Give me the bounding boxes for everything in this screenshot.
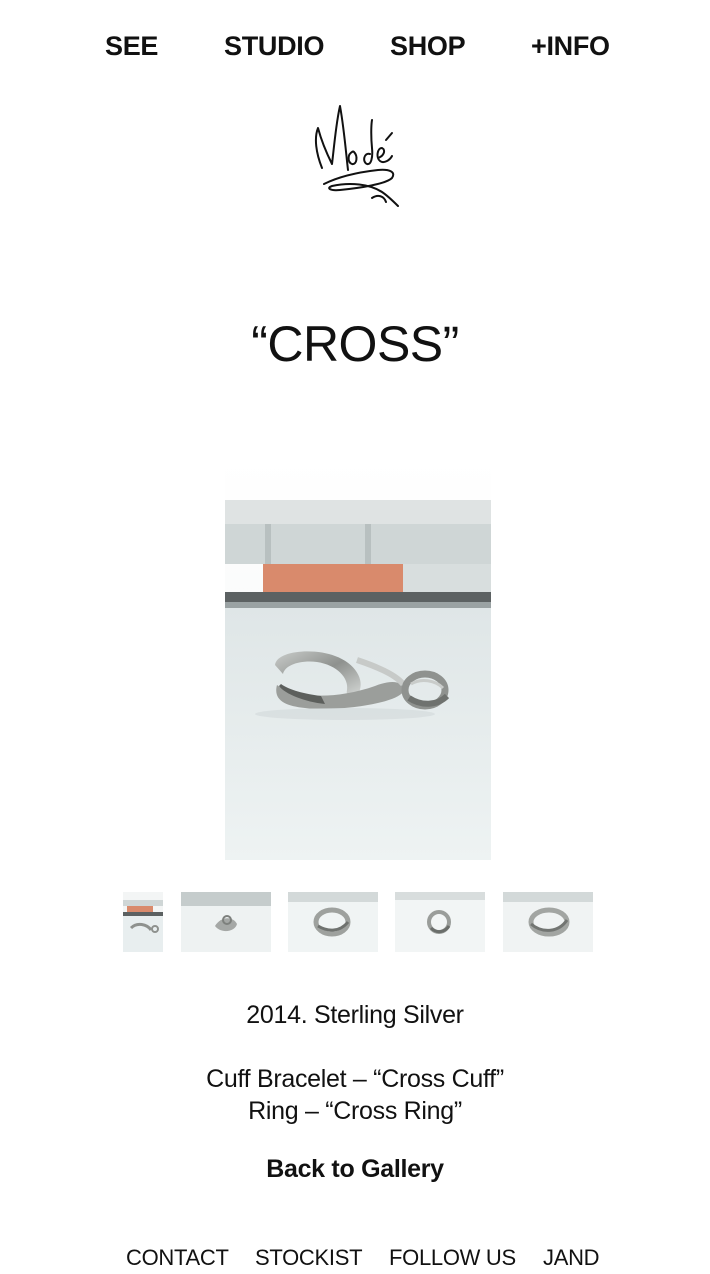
- product-year-material: 2014. Sterling Silver: [246, 1001, 464, 1029]
- thumbnail-1[interactable]: [123, 892, 163, 952]
- nav-see-link[interactable]: SEE: [105, 28, 158, 64]
- brand-logo[interactable]: [300, 98, 410, 214]
- product-title: “CROSS”: [251, 316, 459, 372]
- thumbnail-image: [503, 892, 593, 952]
- nav-studio-link[interactable]: STUDIO: [224, 28, 325, 64]
- nav-shop-link[interactable]: SHOP: [390, 28, 466, 64]
- product-item-ring: Ring – “Cross Ring”: [248, 1097, 462, 1125]
- thumbnail-image: [181, 892, 271, 952]
- footer-follow-us-link[interactable]: FOLLOW US: [389, 1243, 516, 1273]
- thumbnail-5[interactable]: [503, 892, 593, 952]
- back-to-gallery-link[interactable]: Back to Gallery: [0, 1152, 710, 1186]
- thumbnail-image: [123, 892, 163, 952]
- footer-contact-link[interactable]: CONTACT: [126, 1243, 229, 1273]
- product-item-cuff: Cuff Bracelet – “Cross Cuff”: [206, 1065, 504, 1093]
- thumbnail-2[interactable]: [181, 892, 271, 952]
- thumbnail-4[interactable]: [395, 892, 485, 952]
- nav-info-link[interactable]: +INFO: [531, 28, 610, 64]
- footer-stockist-link[interactable]: STOCKIST: [255, 1243, 363, 1273]
- thumbnail-3[interactable]: [288, 892, 378, 952]
- top-navigation: SEE STUDIO SHOP +INFO: [0, 28, 710, 68]
- thumbnail-image: [288, 892, 378, 952]
- thumbnail-image: [395, 892, 485, 952]
- cross-jewelry-photo: [225, 460, 491, 860]
- footer-jand-link[interactable]: JAND: [543, 1243, 600, 1273]
- product-main-image[interactable]: [225, 460, 491, 860]
- product-page: SEE STUDIO SHOP +INFO “CROSS” 2014. Ster…: [0, 0, 710, 1274]
- signature-logo-icon: [314, 105, 399, 207]
- footer-navigation: CONTACT STOCKIST FOLLOW US JAND: [0, 1243, 710, 1274]
